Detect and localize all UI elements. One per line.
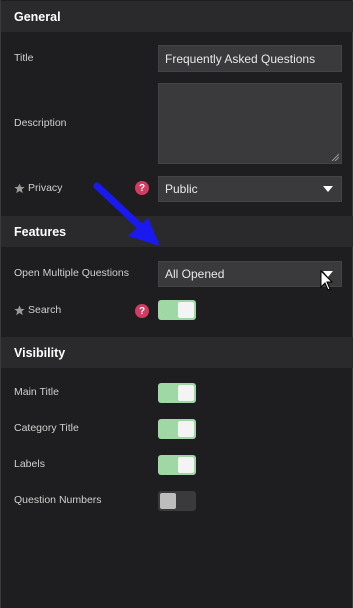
annotation-arrow-icon [93, 182, 160, 246]
mouse-cursor-icon [320, 270, 334, 291]
